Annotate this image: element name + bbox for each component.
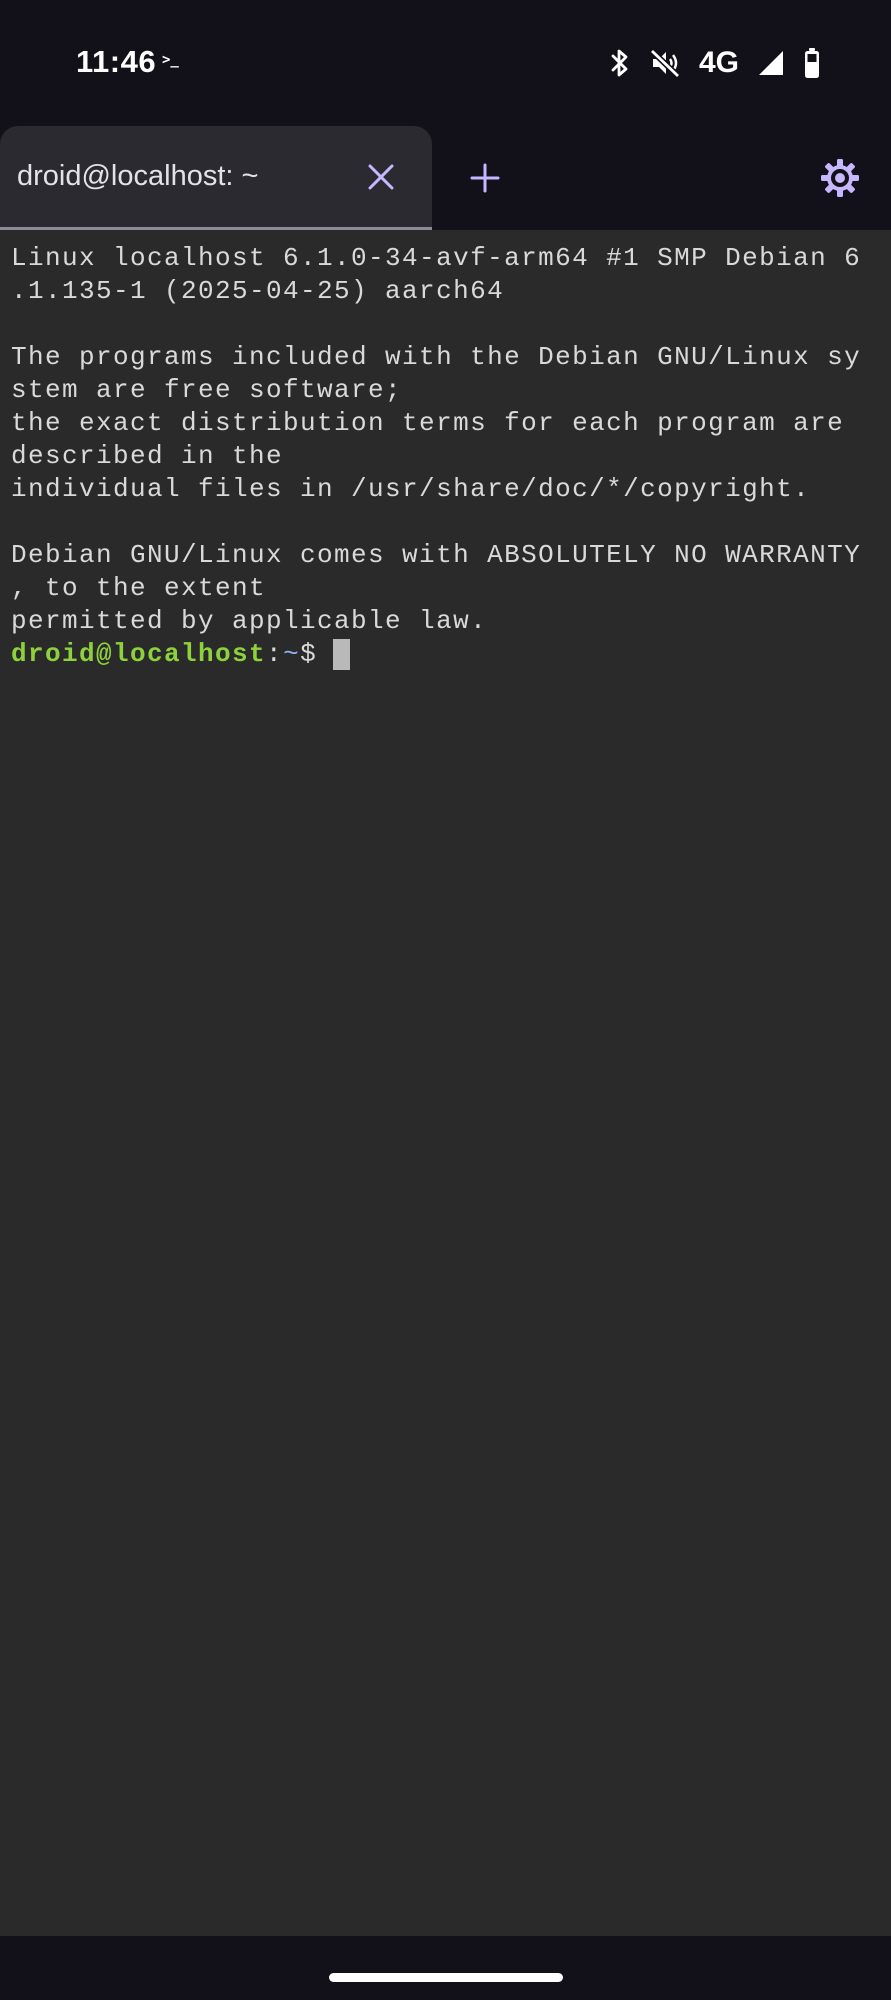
status-time: 11:46	[76, 44, 157, 79]
terminal-line: permitted by applicable law.	[11, 606, 488, 636]
tab-bar: droid@localhost: ~	[0, 126, 891, 230]
terminal-line: described in the	[11, 441, 284, 471]
prompt-separator: :	[266, 639, 284, 669]
bluetooth-icon	[609, 48, 631, 78]
signal-icon	[757, 49, 785, 77]
prompt-path: ~	[283, 639, 301, 669]
terminal-line: Debian GNU/Linux comes with ABSOLUTELY N…	[11, 540, 862, 570]
mute-icon	[649, 48, 681, 78]
terminal-line: .1.135-1 (2025-04-25) aarch64	[11, 276, 505, 306]
navigation-bar	[0, 1936, 891, 2000]
close-tab-button[interactable]	[362, 158, 400, 196]
home-gesture-handle[interactable]	[329, 1973, 563, 1982]
terminal-line: The programs included with the Debian GN…	[11, 342, 862, 372]
terminal-line: , to the extent	[11, 573, 267, 603]
prompt-user-host: droid@localhost	[11, 639, 267, 669]
terminal-line: Linux localhost 6.1.0-34-avf-arm64 #1 SM…	[11, 243, 862, 273]
gear-icon	[821, 159, 859, 197]
plus-icon	[470, 163, 500, 193]
close-icon	[368, 164, 394, 190]
terminal-output[interactable]: Linux localhost 6.1.0-34-avf-arm64 #1 SM…	[0, 230, 891, 1936]
tab-droid-localhost[interactable]: droid@localhost: ~	[0, 126, 432, 230]
text-cursor	[333, 639, 351, 670]
terminal-notification-icon: >_	[162, 52, 179, 68]
new-tab-button[interactable]	[466, 159, 504, 197]
terminal-line: the exact distribution terms for each pr…	[11, 408, 845, 438]
terminal-line: individual files in /usr/share/doc/*/cop…	[11, 474, 811, 504]
prompt-symbol: $	[300, 639, 318, 669]
tab-title: droid@localhost: ~	[17, 160, 259, 192]
network-type-label: 4G	[698, 46, 739, 79]
status-bar: 11:46 >_ 4G	[0, 0, 891, 126]
settings-button[interactable]	[818, 156, 862, 200]
battery-icon	[803, 47, 821, 79]
shell-prompt[interactable]: droid@localhost: ~ $	[11, 638, 891, 671]
terminal-app-screen: 11:46 >_ 4G droid@localhost: ~ Linux loc…	[0, 0, 891, 2000]
status-icons: 4G	[609, 44, 821, 82]
terminal-line: stem are free software;	[11, 375, 403, 405]
